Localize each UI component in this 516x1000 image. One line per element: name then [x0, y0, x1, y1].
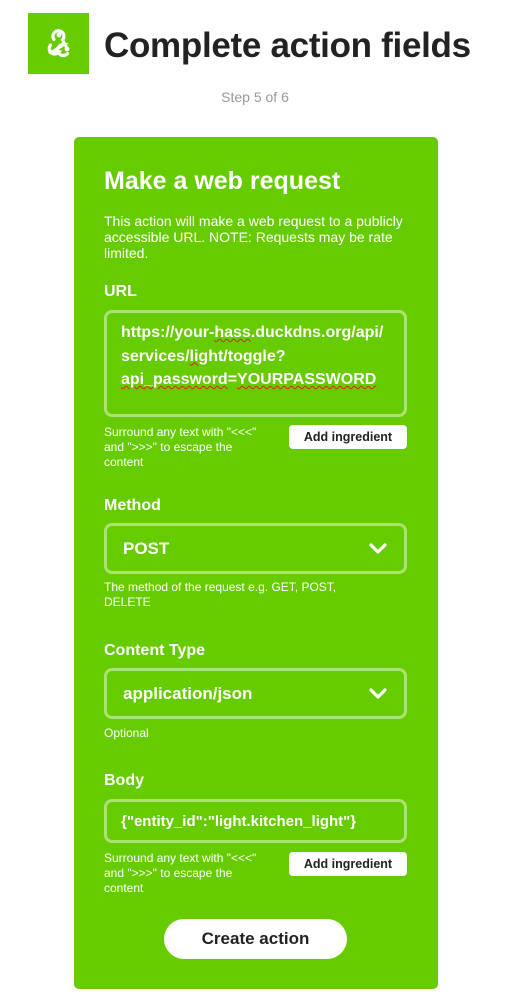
- method-helper-text: The method of the request e.g. GET, POST…: [104, 580, 337, 609]
- content-type-select[interactable]: application/json: [104, 668, 407, 719]
- url-value-part: api_password: [121, 371, 228, 388]
- content-type-label: Content Type: [104, 642, 206, 659]
- chevron-down-icon: [368, 539, 388, 559]
- method-label: Method: [104, 497, 161, 514]
- url-value-part: =: [227, 371, 238, 388]
- page-title: Complete action fields: [104, 26, 471, 65]
- content-type-helper-text: Optional: [104, 726, 149, 740]
- body-add-ingredient-button[interactable]: Add ingredient: [289, 852, 407, 876]
- body-label: Body: [104, 772, 144, 789]
- url-value-part: YOURPASSWORD: [237, 371, 377, 388]
- body-value: {"entity_id":"light.kitchen_light"}: [121, 812, 357, 830]
- url-value-part: https://your-: [121, 324, 215, 341]
- method-select[interactable]: POST: [104, 523, 407, 574]
- url-helper-text: Surround any text with "<<<" and ">>>" t…: [104, 425, 257, 469]
- body-field[interactable]: {"entity_id":"light.kitchen_light"}: [104, 799, 407, 843]
- content-type-value: application/json: [123, 683, 253, 703]
- url-add-ingredient-button[interactable]: Add ingredient: [289, 425, 407, 449]
- url-value[interactable]: https://your-hass.duckdns.org/api/servic…: [121, 321, 390, 392]
- webhooks-icon: [28, 13, 89, 74]
- url-field[interactable]: https://your-hass.duckdns.org/api/servic…: [104, 310, 407, 417]
- url-label: URL: [104, 283, 137, 300]
- create-action-button[interactable]: Create action: [164, 919, 347, 959]
- url-value-part: lig: [189, 347, 209, 365]
- page-header: Complete action fields Step 5 of 6: [0, 0, 516, 120]
- action-description: This action will make a web request to a…: [104, 213, 403, 261]
- action-title: Make a web request: [104, 167, 341, 195]
- url-value-part: ht/toggle?: [208, 347, 286, 365]
- step-indicator: Step 5 of 6: [221, 89, 289, 105]
- body-helper-text: Surround any text with "<<<" and ">>>" t…: [104, 851, 257, 895]
- url-value-part: hass: [214, 324, 251, 341]
- method-value: POST: [123, 538, 170, 558]
- action-card: Make a web request This action will make…: [74, 137, 438, 989]
- chevron-down-icon: [368, 684, 388, 704]
